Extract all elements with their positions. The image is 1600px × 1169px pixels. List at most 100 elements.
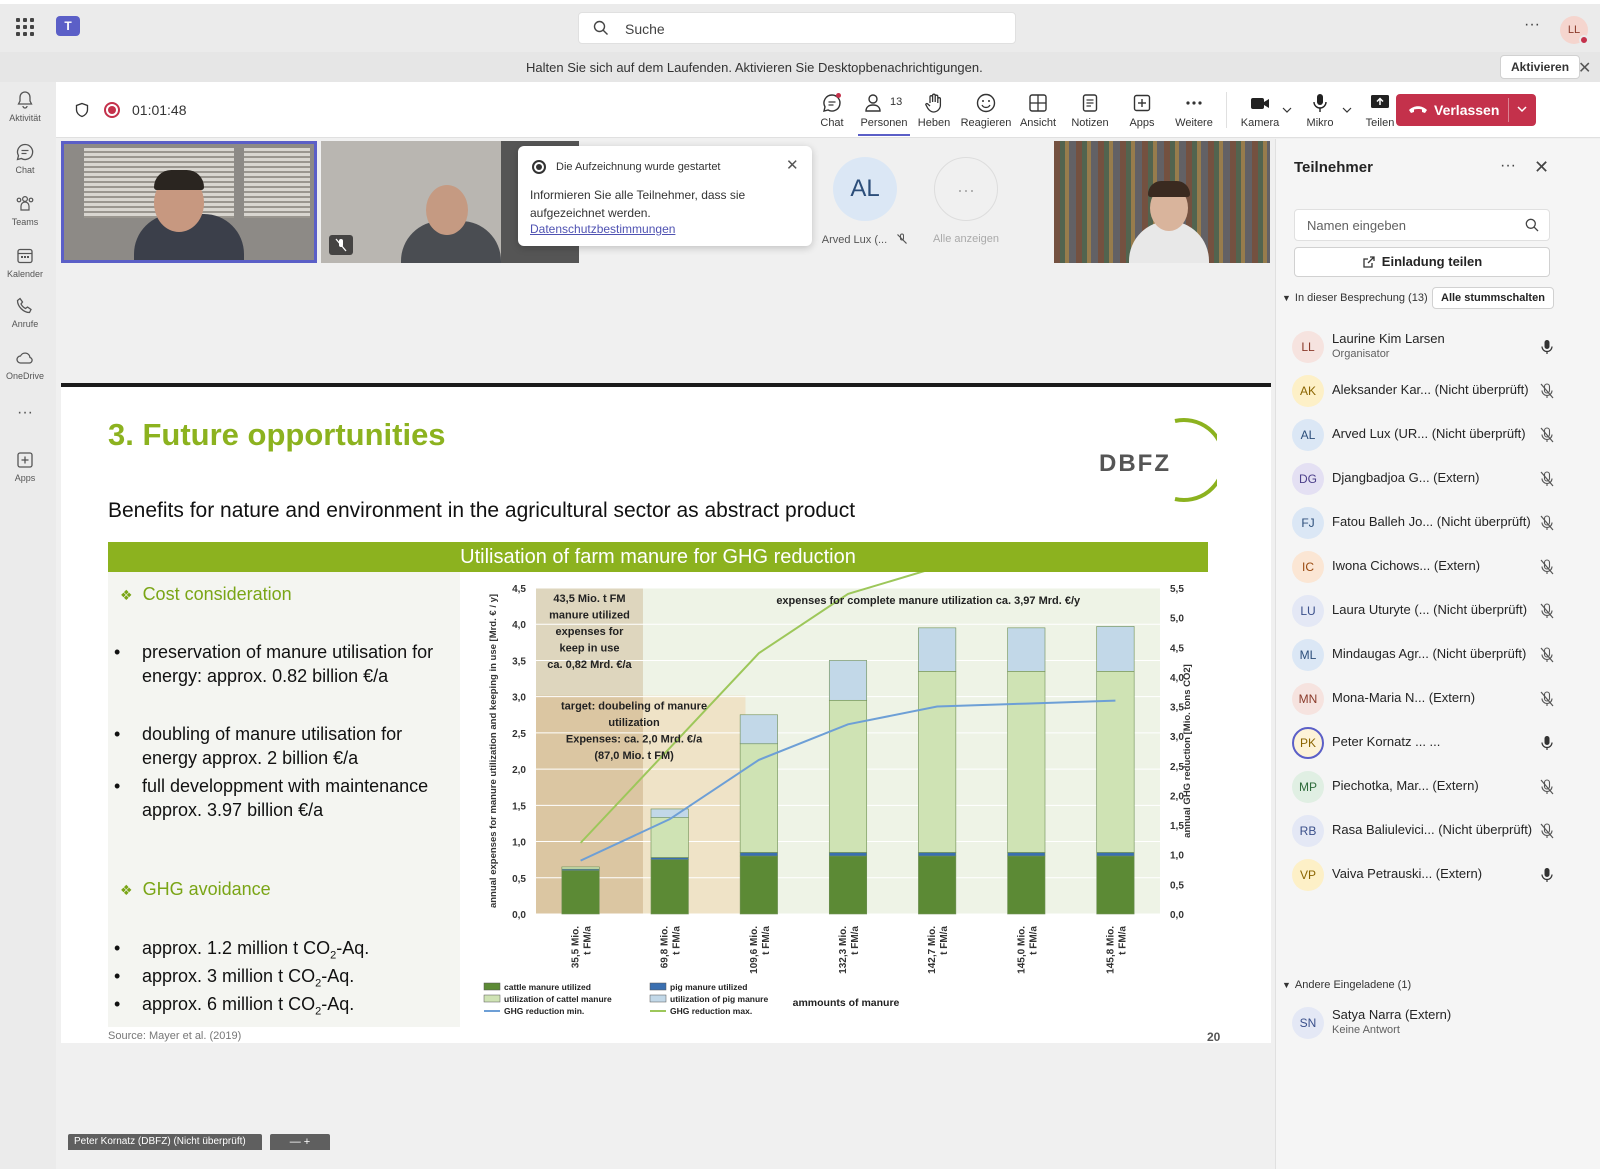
list-item-participant[interactable]: DG Djangbadjoa G... (Extern) xyxy=(1276,457,1600,501)
notes-button[interactable]: Notizen xyxy=(1064,92,1116,129)
leave-button[interactable]: Verlassen xyxy=(1396,94,1536,126)
mic-button[interactable]: Mikro xyxy=(1294,92,1346,129)
bar-segment xyxy=(1007,855,1046,915)
list-item-participant[interactable]: MN Mona-Maria N... (Extern) xyxy=(1276,677,1600,721)
ghg-heading: ❖ GHG avoidance xyxy=(120,879,271,900)
avatar: IC xyxy=(1292,551,1324,583)
list-item-participant[interactable]: RB Rasa Baliulevici... (Nicht überprüft) xyxy=(1276,809,1600,853)
list-item-participant[interactable]: PK Peter Kornatz ... ... xyxy=(1276,721,1600,765)
participant-name: Piechotka, Mar... (Extern) xyxy=(1332,778,1479,793)
in-meeting-section[interactable]: ▼ In dieser Besprechung (13) xyxy=(1282,292,1428,304)
participant-name: Aleksander Kar... (Nicht überprüft) xyxy=(1332,382,1529,397)
mic-icon xyxy=(1540,339,1554,360)
share-invite-button[interactable]: Einladung teilen xyxy=(1294,247,1550,277)
rail-label: Apps xyxy=(14,473,36,483)
x-tick-label: 35,5 Mio.t FM/a xyxy=(571,926,594,969)
list-item-participant[interactable]: ML Mindaugas Agr... (Nicht überprüft) xyxy=(1276,633,1600,677)
close-icon[interactable]: ✕ xyxy=(786,156,799,174)
popup-body: Informieren Sie alle Teilnehmer, dass si… xyxy=(530,188,746,220)
legend-label: GHG reduction min. xyxy=(504,1006,584,1016)
list-item-invitee[interactable]: SN Satya Narra (Extern) Keine Antwort xyxy=(1276,1001,1600,1045)
x-tick-line: 109,6 Mio. xyxy=(749,926,760,974)
camera-button[interactable]: Kamera xyxy=(1234,92,1286,129)
bar-segment xyxy=(1007,627,1046,672)
participant-search-input[interactable]: Namen eingeben xyxy=(1294,209,1550,241)
chevron-down-icon[interactable] xyxy=(1516,103,1528,115)
activate-button[interactable]: Aktivieren xyxy=(1500,55,1581,79)
list-item-participant[interactable]: FJ Fatou Balleh Jo... (Nicht überprüft) xyxy=(1276,501,1600,545)
user-avatar[interactable]: LL xyxy=(1560,16,1589,45)
raise-hand-button[interactable]: Heben xyxy=(908,92,960,129)
more-actions-button[interactable]: Weitere xyxy=(1168,92,1220,129)
people-button[interactable]: 13 Personen xyxy=(858,92,910,136)
apps-button[interactable]: Apps xyxy=(1116,92,1168,129)
avatar-initials: AL xyxy=(850,175,880,202)
list-item-participant[interactable]: AK Aleksander Kar... (Nicht überprüft) xyxy=(1276,369,1600,413)
avatar: PK xyxy=(1292,727,1324,759)
y2-tick-label: 5,5 xyxy=(1170,584,1184,595)
chat-button[interactable]: Chat xyxy=(806,92,858,129)
rail-item-calendar[interactable]: Kalender xyxy=(0,246,50,279)
more-label: Weitere xyxy=(1175,117,1213,129)
avatar: FJ xyxy=(1292,507,1324,539)
x-tick-line: 145,8 Mio. xyxy=(1105,926,1116,974)
bar-segment xyxy=(1007,671,1046,853)
avatar: DG xyxy=(1292,463,1324,495)
diamond-bullet-icon: ❖ xyxy=(120,587,133,603)
bar-segment xyxy=(650,817,689,858)
mute-all-button[interactable]: Alle stummschalten xyxy=(1432,287,1554,309)
close-icon[interactable]: ✕ xyxy=(1534,157,1549,178)
list-item-participant[interactable]: IC Iwona Cichows... (Extern) xyxy=(1276,545,1600,589)
other-invitees-section[interactable]: ▼ Andere Eingeladene (1) xyxy=(1282,979,1411,991)
participant-name: Vaiva Petrauski... (Extern) xyxy=(1332,866,1483,881)
dbfz-logo: DBFZ xyxy=(1099,418,1217,502)
react-button[interactable]: Reagieren xyxy=(960,92,1012,129)
cloud-icon xyxy=(16,352,33,364)
shield-icon[interactable] xyxy=(74,102,90,118)
rail-item-more[interactable]: ··· xyxy=(0,404,50,422)
mic-off-icon xyxy=(1540,603,1554,624)
rail-item-onedrive[interactable]: OneDrive xyxy=(0,348,50,381)
y-axis-label: annual expenses for manure utilization a… xyxy=(488,594,499,908)
search-box[interactable]: Suche xyxy=(578,12,1016,44)
rail-item-teams[interactable]: Teams xyxy=(0,194,50,227)
view-button[interactable]: Ansicht xyxy=(1012,92,1064,129)
search-icon xyxy=(1525,218,1539,232)
people-count: 13 xyxy=(890,96,903,108)
show-all-tile[interactable]: ··· Alle anzeigen xyxy=(924,157,1008,245)
mic-options-chevron-icon[interactable] xyxy=(1342,106,1352,114)
list-item-participant[interactable]: LU Laura Uturyte (... (Nicht überprüft) xyxy=(1276,589,1600,633)
list-item-participant[interactable]: MP Piechotka, Mar... (Extern) xyxy=(1276,765,1600,809)
privacy-link[interactable]: Datenschutzbestimmungen xyxy=(530,222,675,236)
video-tile-presenter[interactable] xyxy=(61,141,317,263)
avatar-tile-arved-lux[interactable]: AL Arved Lux (... xyxy=(820,157,910,246)
recording-indicator-icon xyxy=(104,102,120,118)
camera-options-chevron-icon[interactable] xyxy=(1282,106,1292,114)
cost-heading: ❖ Cost consideration xyxy=(120,584,292,605)
video-tile-participant[interactable] xyxy=(1054,141,1270,263)
list-item-participant[interactable]: LL Laurine Kim Larsen Organisator xyxy=(1276,325,1600,369)
teams-icon xyxy=(16,195,34,211)
list-item-participant[interactable]: VP Vaiva Petrauski... (Extern) xyxy=(1276,853,1600,897)
cost-heading-text: Cost consideration xyxy=(142,584,292,604)
list-item-participant[interactable]: AL Arved Lux (UR... (Nicht überprüft) xyxy=(1276,413,1600,457)
annotation-text: Expenses: ca. 2,0 Mrd. €/a xyxy=(566,733,703,745)
panel-title: Teilnehmer xyxy=(1294,159,1373,176)
more-icon[interactable]: ··· xyxy=(1500,157,1516,175)
x-tick-line: 142,7 Mio. xyxy=(927,926,938,974)
user-initials: LL xyxy=(1567,24,1581,36)
rail-item-activity[interactable]: Aktivität xyxy=(0,90,50,123)
shared-slide: 3. Future opportunities DBFZ Benefits fo… xyxy=(61,387,1271,1043)
app-launcher-icon[interactable] xyxy=(16,18,34,36)
rail-item-calls[interactable]: Anrufe xyxy=(0,296,50,329)
notes-icon xyxy=(1082,94,1098,112)
rail-item-apps[interactable]: Apps xyxy=(0,450,50,483)
rail-label: Aktivität xyxy=(9,113,41,123)
x-tick-line: t FM/a xyxy=(1028,926,1039,955)
zoom-control[interactable]: — + xyxy=(270,1134,330,1150)
bar-segment xyxy=(918,852,957,857)
settings-more-icon[interactable]: ··· xyxy=(1524,16,1540,34)
avatar: AK xyxy=(1292,375,1324,407)
rail-item-chat[interactable]: Chat xyxy=(0,142,50,175)
close-icon[interactable]: ✕ xyxy=(1578,58,1591,78)
